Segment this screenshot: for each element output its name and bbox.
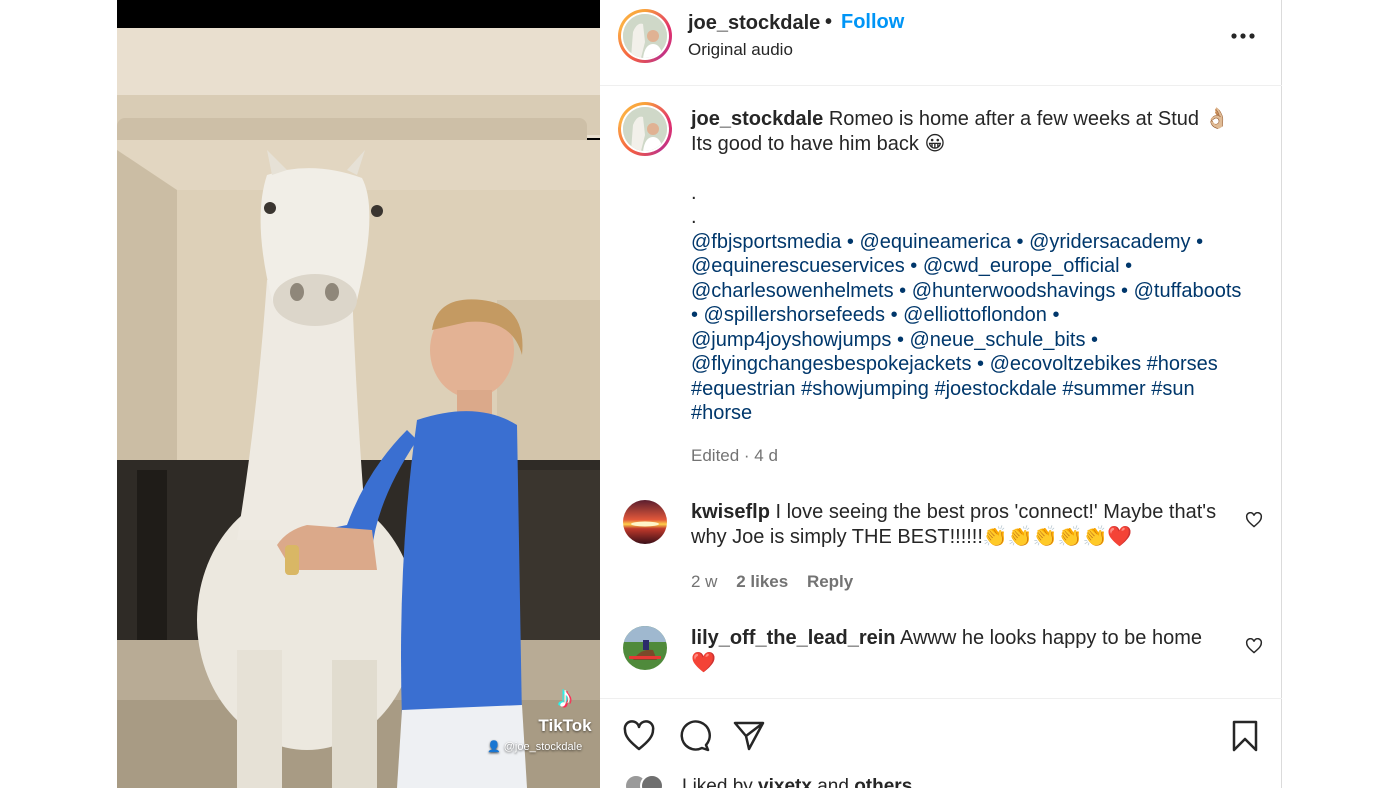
tiktok-handle: 👤 @joe_stockdale (487, 740, 582, 753)
tiktok-watermark: ♪ TikTok (535, 682, 595, 736)
sunset-avatar-photo (623, 500, 667, 544)
caption-tags-line[interactable]: • @spillershorsefeeds • @elliottoflondon… (691, 303, 1251, 328)
comment-avatar[interactable] (623, 500, 667, 544)
caption-tags-line[interactable]: #equestrian #showjumping #joestockdale #… (691, 377, 1251, 402)
caption-edited-time: Edited · 4 d (691, 446, 778, 465)
video-frame (117, 0, 600, 788)
comment-icon[interactable] (677, 719, 711, 753)
caption-text-1: Romeo is home after a few weeks at Stud … (823, 108, 1230, 130)
post-video[interactable]: ♪ TikTok 👤 @joe_stockdale (117, 0, 600, 788)
caption-line-1: joe_stockdale Romeo is home after a few … (691, 107, 1251, 132)
liked-by-user[interactable]: vixetx (758, 776, 812, 788)
tiktok-note-icon: ♪ (557, 681, 573, 714)
comment-text-1: I love seeing the best pros 'connect!' M… (769, 501, 1217, 523)
comment: kwiseflp I love seeing the best pros 'co… (691, 500, 1231, 549)
caption-tags-line[interactable]: #horse (691, 401, 1251, 426)
caption-tags-line[interactable]: @fbjsportsmedia • @equineamerica • @yrid… (691, 230, 1251, 255)
heart-icon[interactable] (622, 719, 656, 753)
post-header: joe_stockdale • Follow Original audio (600, 0, 1282, 86)
bookmark-icon[interactable] (1228, 719, 1262, 753)
caption-author-avatar[interactable] (618, 102, 672, 156)
caption-dot-2: . (691, 206, 697, 228)
more-horizontal-icon[interactable] (1230, 28, 1256, 44)
tiktok-label: TikTok (538, 716, 592, 735)
comment-text-2: why Joe is simply THE BEST!!!!!!👏👏👏👏👏❤️ (691, 525, 1133, 548)
post-caption: joe_stockdale Romeo is home after a few … (691, 107, 1251, 426)
liked-by-avatars (624, 774, 672, 788)
action-bar (600, 698, 1282, 788)
liked-by-middle: and (811, 776, 855, 788)
comment: lily_off_the_lead_rein Awww he looks hap… (691, 626, 1231, 675)
header-separator: • (825, 11, 833, 33)
comment-username[interactable]: kwiseflp (691, 501, 770, 523)
comment-like-heart-icon[interactable] (1245, 638, 1263, 654)
author-avatar[interactable] (618, 9, 672, 63)
caption-tags-line[interactable]: @equinerescueservices • @cwd_europe_offi… (691, 254, 1251, 279)
caption-username[interactable]: joe_stockdale (691, 108, 823, 130)
caption-tags-line[interactable]: @flyingchangesbespokejackets • @ecovoltz… (691, 352, 1251, 377)
caption-tags-line[interactable]: @jump4joyshowjumps • @neue_schule_bits • (691, 328, 1251, 353)
reply-button[interactable]: Reply (807, 572, 853, 591)
liked-by-others[interactable]: others (854, 776, 912, 788)
comment-age: 2 w (691, 572, 718, 591)
caption-tags-line[interactable]: @charlesowenhelmets • @hunterwoodshaving… (691, 279, 1251, 304)
avatar-photo (623, 107, 667, 151)
comment-avatar[interactable] (623, 626, 667, 670)
comment-text-2: ❤️ (691, 651, 716, 674)
post-panel: joe_stockdale • Follow Original audio jo… (600, 0, 1282, 788)
comment-meta: 2 w 2 likes Reply (691, 572, 867, 592)
author-username[interactable]: joe_stockdale (688, 12, 820, 35)
comment-text-1: Awww he looks happy to be home (895, 627, 1203, 649)
liked-by: Liked by vixetx and others (682, 776, 912, 788)
avatar-photo (623, 14, 667, 58)
caption-dot-1: . (691, 181, 697, 204)
caption-text-2: Its good to have him back 😀 (691, 132, 946, 155)
liker-avatar (640, 774, 664, 788)
liked-by-prefix: Liked by (682, 776, 759, 788)
comment-like-heart-icon[interactable] (1245, 512, 1263, 528)
comment-username[interactable]: lily_off_the_lead_rein (691, 627, 896, 649)
tiktok-handle-text: @joe_stockdale (503, 741, 583, 753)
comment-likes[interactable]: 2 likes (736, 572, 788, 591)
rider-avatar-photo (623, 626, 667, 670)
user-icon: 👤 (487, 741, 501, 753)
audio-link[interactable]: Original audio (688, 40, 793, 60)
send-icon[interactable] (732, 719, 766, 753)
follow-button[interactable]: Follow (841, 11, 904, 34)
